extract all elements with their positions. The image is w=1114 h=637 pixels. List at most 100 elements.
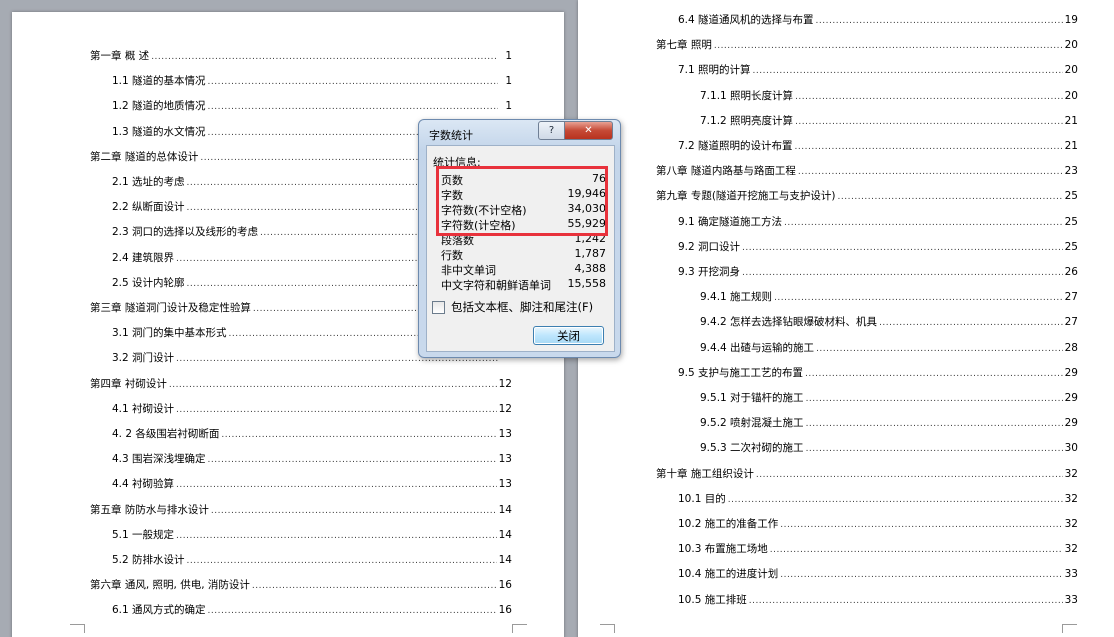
toc-entry[interactable]: 9.4.4 出碴与运输的施工 28	[700, 340, 1078, 356]
toc-dot-leader	[879, 318, 1063, 328]
toc-entry-title: 第三章 隧道洞门设计及稳定性验算	[90, 302, 251, 314]
toc-entry[interactable]: 9.5.3 二次衬砌的施工 30	[700, 440, 1078, 456]
toc-dot-leader	[756, 470, 1063, 480]
toc-entry[interactable]: 6.4 隧道通风机的选择与布置 19	[678, 12, 1078, 28]
toc-entry[interactable]: 9.4.2 怎样去选择钻眼爆破材料、机具 27	[700, 314, 1078, 330]
toc-entry-page-number: 1	[505, 75, 512, 88]
toc-entry-page-number: 25	[1064, 215, 1078, 228]
toc-entry[interactable]: 4.4 衬砌验算 13	[112, 476, 512, 492]
toc-entry[interactable]: 第四章 衬砌设计 12	[90, 376, 512, 392]
toc-entry-page-number: 27	[1064, 316, 1078, 329]
toc-dot-leader	[742, 243, 1063, 253]
toc-entry-title: 9.4.4 出碴与运输的施工	[700, 341, 815, 354]
toc-entry-title: 第八章 隧道内路基与路面工程	[656, 165, 796, 178]
document-viewport: 第一章 概 述 1 1.1 隧道的基本情况 1 1.2 隧道的地质情况 1 1.3 隧道的水…	[0, 0, 1114, 637]
toc-entry[interactable]: 7.1 照明的计算 20	[678, 62, 1078, 78]
toc-entry[interactable]: 10.3 布置施工场地 32	[678, 541, 1078, 557]
toc-entry-page-number: 20	[1064, 39, 1078, 52]
toc-entry-title: 10.1 目的	[678, 492, 726, 505]
toc-dot-leader	[749, 596, 1063, 606]
toc-dot-leader	[753, 66, 1063, 76]
toc-entry-title: 7.1 照明的计算	[678, 64, 751, 77]
toc-entry-title: 5.2 防排水设计	[112, 554, 185, 566]
toc-entry[interactable]: 10.1 目的 32	[678, 491, 1078, 507]
toc-entry-page-number: 1	[505, 50, 512, 62]
toc-dot-leader	[806, 444, 1063, 454]
toc-entry[interactable]: 9.5.2 喷射混凝土施工 29	[700, 415, 1078, 431]
toc-dot-leader	[151, 52, 498, 62]
toc-entry[interactable]: 第十章 施工组织设计 32	[656, 466, 1078, 482]
toc-entry-title: 5.1 一般规定	[112, 528, 175, 541]
include-textbox-footnotes-checkbox-row[interactable]: 包括文本框、脚注和尾注(F)	[432, 299, 593, 315]
toc-entry-page-number: 19	[1064, 14, 1078, 26]
toc-entry[interactable]: 10.2 施工的准备工作 32	[678, 516, 1078, 532]
toc-entry[interactable]: 7.1.2 照明亮度计算 21	[700, 113, 1078, 129]
include-textbox-footnotes-checkbox[interactable]	[432, 300, 445, 314]
toc-entry-page-number: 23	[1064, 165, 1078, 178]
toc-entry[interactable]: 4.3 围岩深浅埋确定 13	[112, 451, 512, 467]
toc-entry-page-number: 21	[1064, 140, 1078, 152]
toc-entry[interactable]: 9.5 支护与施工工艺的布置 29	[678, 365, 1078, 381]
toc-entry[interactable]: 1.1 隧道的基本情况 1	[112, 73, 512, 89]
toc-entry-title: 第七章 照明	[656, 39, 712, 52]
toc-entry[interactable]: 9.5.1 对于锚杆的施工 29	[700, 390, 1078, 406]
toc-entry[interactable]: 10.5 施工排班 33	[678, 592, 1078, 608]
toc-entry-title: 4.4 衬砌验算	[112, 478, 175, 491]
dialog-title: 字数统计	[429, 129, 473, 142]
checkbox-label: 包括文本框、脚注和尾注(F)	[451, 300, 594, 314]
stat-row: 非中文单词 4,388	[441, 262, 606, 277]
toc-entry-page-number: 27	[1064, 291, 1078, 304]
toc-entry[interactable]: 第九章 专题(隧道开挖施工与支护设计) 25	[656, 188, 1078, 204]
toc-entry-page-number: 14	[498, 528, 512, 541]
stat-row: 中文字符和朝鲜语单词 15,558	[441, 277, 606, 292]
toc-entry-page-number: 14	[498, 554, 512, 566]
toc-entry[interactable]: 1.2 隧道的地质情况 1	[112, 98, 512, 114]
stat-value: 15,558	[567, 277, 607, 290]
toc-entry[interactable]: 4. 2 各级围岩衬砌断面 13	[112, 426, 512, 442]
toc-entry[interactable]: 第一章 概 述 1	[90, 48, 512, 64]
toc-entry-title: 1.1 隧道的基本情况	[112, 75, 206, 88]
toc-dot-leader	[795, 92, 1063, 102]
toc-entry[interactable]: 4.1 衬砌设计 12	[112, 401, 512, 417]
toc-dot-leader	[806, 419, 1063, 429]
stat-value: 4,388	[574, 262, 607, 275]
toc-entry-page-number: 32	[1064, 518, 1078, 530]
toc-entry[interactable]: 9.1 确定隧道施工方法 25	[678, 214, 1078, 230]
toc-entry-title: 第九章 专题(隧道开挖施工与支护设计)	[656, 190, 836, 203]
close-button[interactable]: 关闭	[533, 326, 604, 345]
toc-entry[interactable]: 7.2 隧道照明的设计布置 21	[678, 138, 1078, 154]
toc-entry-title: 2.5 设计内轮廓	[112, 276, 185, 289]
toc-entry-title: 第六章 通风, 照明, 供电, 消防设计	[90, 579, 250, 592]
toc-entry-title: 10.4 施工的进度计划	[678, 568, 779, 581]
toc-entry-title: 9.4.2 怎样去选择钻眼爆破材料、机具	[700, 316, 878, 329]
toc-entry[interactable]: 6.1 通风方式的确定 16	[112, 602, 512, 618]
toc-dot-leader	[780, 520, 1062, 530]
dialog-close-x-button[interactable]: ✕	[564, 121, 613, 140]
toc-entry[interactable]: 5.2 防排水设计 14	[112, 552, 512, 568]
toc-entry-title: 第五章 防防水与排水设计	[90, 503, 209, 516]
toc-entry-title: 6.4 隧道通风机的选择与布置	[678, 14, 814, 26]
toc-entry[interactable]: 9.4.1 施工规则 27	[700, 289, 1078, 305]
toc-dot-leader	[208, 606, 497, 616]
toc-entry[interactable]: 10.4 施工的进度计划 33	[678, 566, 1078, 582]
help-button[interactable]: ?	[538, 121, 565, 140]
toc-dot-leader	[728, 495, 1063, 505]
page-corner-mark	[70, 624, 85, 633]
toc-entry[interactable]: 第五章 防防水与排水设计 14	[90, 502, 512, 518]
toc-dot-leader	[221, 430, 496, 440]
word-count-dialog[interactable]: 字数统计 ? ✕ 统计信息: 页数 76 字数 19,946 字符数(不计空格) 34,0…	[418, 119, 621, 358]
toc-entry[interactable]: 5.1 一般规定 14	[112, 527, 512, 543]
toc-dot-leader	[742, 268, 1063, 278]
toc-entry[interactable]: 第七章 照明 20	[656, 37, 1078, 53]
toc-entry-page-number: 25	[1064, 190, 1078, 203]
toc-entry-page-number: 20	[1064, 64, 1078, 77]
toc-entry[interactable]: 第八章 隧道内路基与路面工程 23	[656, 163, 1078, 179]
toc-entry-title: 第十章 施工组织设计	[656, 467, 754, 480]
toc-entry[interactable]: 9.3 开挖洞身 26	[678, 264, 1078, 280]
toc-entry[interactable]: 9.2 洞口设计 25	[678, 239, 1078, 255]
toc-dot-leader	[770, 545, 1063, 555]
toc-entry[interactable]: 7.1.1 照明长度计算 20	[700, 88, 1078, 104]
toc-entry[interactable]: 第六章 通风, 照明, 供电, 消防设计 16	[90, 577, 512, 593]
toc-dot-leader	[176, 405, 497, 415]
document-page-right: 6.4 隧道通风机的选择与布置 19 第七章 照明 20 7.1 照明的计算 20 7.1.…	[578, 0, 1114, 637]
